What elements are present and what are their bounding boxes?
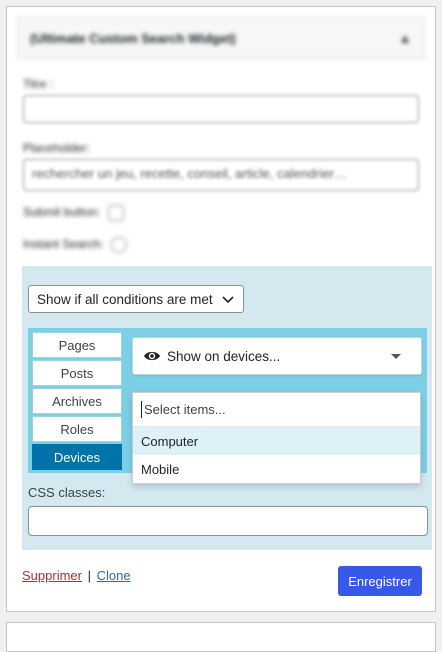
tab-roles[interactable]: Roles: [32, 416, 122, 442]
option-mobile[interactable]: Mobile: [133, 455, 420, 483]
widget-header[interactable]: (Ultimate Custom Search Widget) ▲: [17, 17, 425, 59]
title-field[interactable]: [23, 95, 419, 123]
instant-search-option-label: Instant Search:: [23, 237, 104, 252]
tab-posts[interactable]: Posts: [32, 360, 122, 386]
save-button[interactable]: Enregistrer: [338, 566, 422, 596]
caret-down-icon: [391, 353, 401, 359]
chevron-down-icon: [222, 296, 234, 304]
condition-mode-select[interactable]: Show if all conditions are met: [28, 285, 244, 313]
submit-button-checkbox[interactable]: [107, 205, 124, 221]
submit-button-option-label: Submit button:: [23, 205, 101, 220]
delete-link[interactable]: Supprimer: [22, 568, 82, 583]
instant-search-option[interactable]: Instant Search:: [23, 237, 128, 253]
dropdown-search-input[interactable]: [141, 401, 412, 418]
actions-separator: |: [87, 568, 91, 583]
dropdown-search: [133, 393, 420, 427]
condition-mode-value: Show if all conditions are met: [37, 291, 213, 307]
widget-title: (Ultimate Custom Search Widget): [30, 30, 236, 46]
devices-dropdown: Computer Mobile: [132, 392, 421, 484]
tab-devices[interactable]: Devices: [32, 444, 122, 470]
devices-select[interactable]: Show on devices...: [132, 337, 422, 375]
placeholder-field-label: Placeholder:: [23, 141, 90, 155]
submit-button-option[interactable]: Submit button:: [23, 205, 124, 221]
css-classes-input[interactable]: [28, 506, 428, 536]
title-field-label: Titre :: [23, 77, 54, 91]
eye-icon: [144, 351, 160, 361]
widget-actions: Supprimer | Clone: [22, 568, 131, 583]
placeholder-field[interactable]: rechercher un jeu, recette, conseil, art…: [23, 159, 419, 191]
clone-link[interactable]: Clone: [97, 568, 131, 583]
option-computer[interactable]: Computer: [133, 427, 420, 455]
tab-archives[interactable]: Archives: [32, 388, 122, 414]
instant-search-toggle[interactable]: [111, 237, 128, 253]
next-widget-panel: [6, 622, 436, 652]
css-classes-label: CSS classes:: [28, 485, 106, 500]
tab-pages[interactable]: Pages: [32, 332, 122, 358]
devices-select-label: Show on devices...: [167, 348, 281, 364]
placeholder-field-value: rechercher un jeu, recette, conseil, art…: [32, 166, 348, 181]
collapse-arrow-icon[interactable]: ▲: [398, 30, 412, 46]
